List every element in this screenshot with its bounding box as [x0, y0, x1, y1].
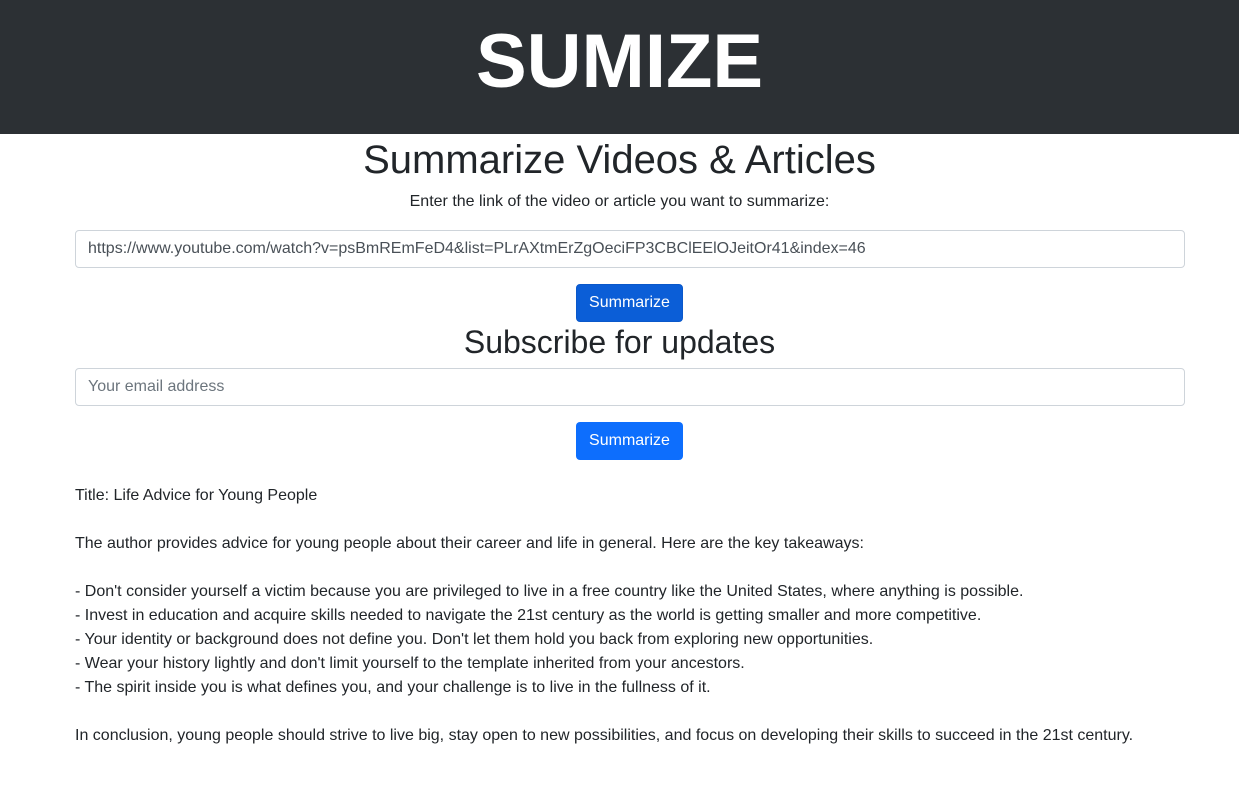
summary-point: - Invest in education and acquire skills… [75, 607, 982, 624]
summary-conclusion: In conclusion, young people should striv… [75, 727, 1134, 744]
summarize-button[interactable]: Summarize [576, 284, 683, 322]
summary-intro: The author provides advice for young peo… [75, 535, 864, 552]
subscribe-title: Subscribe for updates [463, 324, 776, 360]
summary-title-line: Title: Life Advice for Young People [75, 487, 318, 504]
summary-point: - The spirit inside you is what defines … [75, 679, 711, 696]
brand-logo-text: SUMIZE [475, 19, 764, 104]
page-title: Summarize Videos & Articles [363, 138, 876, 182]
header-bar: SUMIZE [0, 0, 1239, 134]
link-prompt-label: Enter the link of the video or article y… [409, 193, 830, 210]
subscribe-button[interactable]: Summarize [576, 422, 683, 460]
summary-point: - Your identity or background does not d… [75, 631, 874, 648]
summary-point: - Wear your history lightly and don't li… [75, 655, 745, 672]
email-input[interactable] [75, 368, 1185, 406]
summary-point: - Don't consider yourself a victim becau… [75, 583, 1024, 600]
url-input[interactable] [75, 230, 1185, 268]
summary-output: Title: Life Advice for Young People The … [75, 484, 1185, 748]
